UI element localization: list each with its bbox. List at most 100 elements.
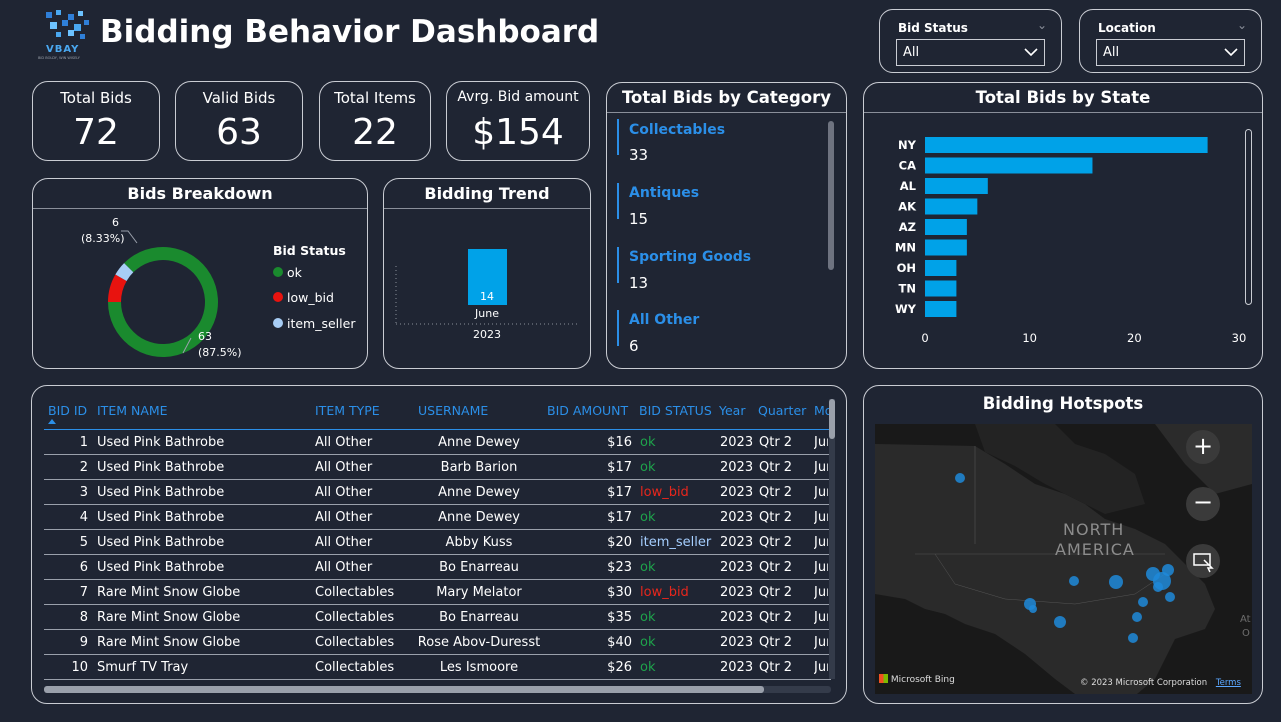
location-slicer[interactable]: Location ⌄ All [1079,9,1262,73]
table-row[interactable]: 7 Rare Mint Snow Globe Collectables Mary Me… [44,580,831,605]
category-item-value: 33 [629,146,649,164]
terms-link[interactable]: Terms [1216,678,1241,688]
legend-label: ok [286,265,302,280]
cell-month: Jun [814,535,828,550]
category-item-name[interactable]: Collectables [629,122,725,138]
x-tick-label: 20 [1127,331,1142,345]
select-area-button[interactable] [1186,544,1220,578]
category-item-value: 6 [629,337,639,355]
cell-item-name: Smurf TV Tray [97,660,189,675]
state-label: CA [899,159,916,173]
table-row[interactable]: 6 Used Pink Bathrobe All Other Bo Enarreau $… [44,555,831,580]
cell-year: 2023 [720,485,754,500]
cell-item-name: Used Pink Bathrobe [97,510,225,525]
bid-status-dropdown[interactable]: All [896,39,1045,66]
cell-bid-id: 2 [79,460,88,475]
table-row[interactable]: 1 Used Pink Bathrobe All Other Anne Dewey $1… [44,430,831,455]
cell-item-type: All Other [315,485,373,500]
cell-username: Anne Dewey [438,435,520,450]
state-bar-ca[interactable] [925,157,1093,174]
bid-status-slicer-label: Bid Status [898,21,968,35]
category-item-name[interactable]: Antiques [629,185,699,201]
state-bar-al[interactable] [925,178,988,194]
table-row[interactable]: 9 Rare Mint Snow Globe Collectables Rose Ab… [44,630,831,655]
legend-item-low-bid[interactable]: low_bid [273,290,334,305]
table-row[interactable]: 2 Used Pink Bathrobe All Other Barb Barion $… [44,455,831,480]
cell-item-name: Used Pink Bathrobe [97,435,225,450]
cell-item-name: Used Pink Bathrobe [97,560,225,575]
kpi-valid-bids: Valid Bids 63 [175,81,303,161]
map-copyright: © 2023 Microsoft Corporation Terms [1080,678,1241,688]
chevron-down-icon[interactable]: ⌄ [1037,18,1047,32]
card-title: Bidding Hotspots [982,394,1144,413]
kpi-value: $154 [472,112,564,153]
map-canvas[interactable]: NORTH AMERICA At O + − Microsoft Bing © … [875,424,1252,694]
state-label: AZ [899,220,916,234]
category-scrollbar[interactable] [828,121,834,270]
cell-bid-amount: $35 [607,610,632,625]
state-label: TN [899,282,916,296]
table-row[interactable]: 4 Used Pink Bathrobe All Other Anne Dewey $1… [44,505,831,530]
legend-title: Bid Status [273,243,346,258]
bing-logo: Microsoft Bing [879,674,955,685]
location-value: All [1103,45,1120,60]
cell-year: 2023 [720,510,754,525]
table-row[interactable]: 3 Used Pink Bathrobe All Other Anne Dewey $1… [44,480,831,505]
table-row[interactable]: 10 Smurf TV Tray Collectables Les Ismoore $2… [44,655,831,680]
cell-bid-id: 1 [79,435,88,450]
state-bar-tn[interactable] [925,280,957,297]
state-bar-wy[interactable] [925,301,957,317]
bids-breakdown-card: Bids Breakdown 6 (8.33%) 63 (87.5%) Bid … [32,178,368,369]
legend-item-item-seller[interactable]: item_seller [273,316,355,331]
zoom-out-button[interactable]: − [1186,487,1220,521]
state-label: MN [895,241,916,255]
table-horizontal-scrollbar[interactable] [44,686,831,693]
category-card: Total Bids by Category Collectables 33 A… [606,82,847,369]
bid-status-slicer[interactable]: Bid Status ⌄ All [879,9,1062,73]
legend-label: low_bid [286,290,334,305]
kpi-label: Avrg. Bid amount [457,89,579,105]
cell-month: Jun [814,510,828,525]
table-row[interactable]: 8 Rare Mint Snow Globe Collectables Bo Enar… [44,605,831,630]
chevron-down-icon[interactable]: ⌄ [1237,18,1247,32]
cell-month: Jun [814,585,828,600]
cell-year: 2023 [720,610,754,625]
location-dropdown[interactable]: All [1096,39,1245,66]
cell-bid-id: 10 [71,660,88,675]
cell-bid-id: 4 [79,510,88,525]
zoom-in-button[interactable]: + [1186,430,1220,464]
cell-month: Jun [814,435,828,450]
state-label: WY [895,302,917,316]
state-bar-oh[interactable] [925,260,957,276]
map-side-label: At [1240,614,1251,625]
kpi-value: 22 [352,112,398,153]
state-label: NY [898,138,917,152]
cell-year: 2023 [720,460,754,475]
cell-quarter: Qtr 2 [759,560,793,575]
cell-month: Jun [814,560,828,575]
cell-bid-amount: $16 [607,435,632,450]
cell-username: Mary Melator [436,585,522,600]
state-scrollbar[interactable] [1245,129,1252,305]
cell-item-type: All Other [315,435,373,450]
cell-bid-amount: $26 [607,660,632,675]
state-bar-ak[interactable] [925,198,978,215]
state-bar-az[interactable] [925,219,967,235]
cell-bid-amount: $23 [607,560,632,575]
table-vertical-scrollbar[interactable] [829,399,835,679]
cell-month: Jun [814,660,828,675]
kpi-value: 72 [73,112,119,153]
state-bar-ny[interactable] [925,137,1208,153]
cell-item-type: All Other [315,460,373,475]
cell-bid-status: ok [640,460,656,475]
cell-username: Anne Dewey [438,485,520,500]
cell-month: Jun [814,635,828,650]
legend-item-ok[interactable]: ok [273,265,302,280]
table-row[interactable]: 5 Used Pink Bathrobe All Other Abby Kuss $20… [44,530,831,555]
trend-value-label: 14 [480,290,494,303]
state-bar-chart: NY CA AL AK AZ MN OH TN WY 0 10 20 30 [895,137,1246,345]
select-area-icon [1193,553,1214,573]
state-bar-mn[interactable] [925,239,967,256]
category-item-name[interactable]: Sporting Goods [629,249,751,265]
category-item-name[interactable]: All Other [629,312,699,328]
